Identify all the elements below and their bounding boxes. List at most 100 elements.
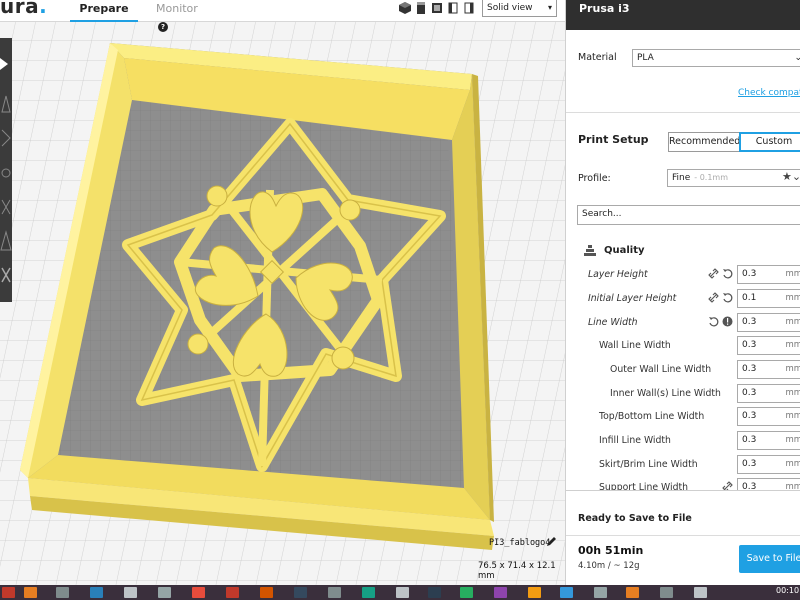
taskbar-app-icon[interactable] — [124, 587, 137, 598]
material-value: PLA — [637, 53, 654, 63]
setting-value-field[interactable]: 0.3 mm — [737, 265, 800, 284]
mirror-tool-icon[interactable] — [0, 192, 12, 222]
save-to-file-button[interactable]: Save to File — [739, 545, 800, 573]
setting-name: Inner Wall(s) Line Width — [610, 388, 721, 399]
divider — [566, 535, 800, 536]
setting-name: Outer Wall Line Width — [610, 364, 712, 375]
settings-panel: Prusa i3 Material PLA ⌄ Check compatibili… — [565, 0, 800, 585]
link-icon[interactable] — [708, 268, 719, 279]
reset-icon[interactable] — [722, 268, 733, 279]
profile-label: Profile: — [578, 173, 611, 184]
reset-icon[interactable] — [722, 292, 733, 303]
tab-prepare[interactable]: Prepare — [70, 0, 138, 22]
taskbar-app-icon[interactable] — [694, 587, 707, 598]
setting-value: 0.1 — [742, 293, 757, 303]
chevron-down-icon: ⌄ — [794, 50, 800, 66]
custom-mode-button[interactable]: Custom — [739, 132, 800, 152]
taskbar-app-icon[interactable] — [594, 587, 607, 598]
scene-canvas[interactable] — [0, 0, 565, 585]
setting-unit: mm — [785, 411, 800, 421]
taskbar-app-icon[interactable] — [24, 587, 37, 598]
taskbar-app-icon[interactable] — [192, 587, 205, 598]
setting-value-field[interactable]: 0.3 mm — [737, 313, 800, 332]
setting-value: 0.3 — [742, 411, 757, 421]
view-mode-value: Solid view — [487, 3, 533, 13]
setting-value-field[interactable]: 0.3 mm — [737, 384, 800, 403]
taskbar-app-icon[interactable] — [494, 587, 507, 598]
setting-line-width[interactable]: Line Width 0.3 mm — [566, 312, 800, 334]
setting-value: 0.3 — [742, 364, 757, 374]
taskbar-app-icon[interactable] — [158, 587, 171, 598]
front-view-icon[interactable] — [414, 1, 428, 15]
recommended-mode-button[interactable]: Recommended — [668, 132, 740, 152]
setting-name: Layer Height — [588, 269, 648, 280]
3d-view-icon[interactable] — [398, 1, 412, 15]
taskbar-app-icon[interactable] — [460, 587, 473, 598]
3d-viewport[interactable]: ura. Prepare Monitor ? Solid view ▾ PI3_f… — [0, 0, 565, 585]
open-file-icon[interactable] — [0, 50, 12, 80]
setting-value-field[interactable]: 0.3 mm — [737, 455, 800, 474]
setting-name: Wall Line Width — [599, 340, 671, 351]
star-icon[interactable]: ★⌄ — [782, 170, 800, 183]
setting-value-field[interactable]: 0.3 mm — [737, 431, 800, 450]
taskbar-app-icon[interactable] — [226, 587, 239, 598]
setting-name: Initial Layer Height — [588, 293, 677, 304]
taskbar-app-icon[interactable] — [328, 587, 341, 598]
taskbar-app-icon[interactable] — [56, 587, 69, 598]
setting-value-field[interactable]: 0.1 mm — [737, 289, 800, 308]
taskbar-app-icon[interactable] — [362, 587, 375, 598]
top-view-icon[interactable] — [430, 1, 444, 15]
setting-initial-layer-height[interactable]: Initial Layer Height 0.1 mm — [566, 288, 800, 310]
help-icon[interactable]: ? — [158, 22, 168, 32]
support-blocker-icon[interactable] — [0, 260, 12, 290]
taskbar-app-icon[interactable] — [626, 587, 639, 598]
quality-section-header[interactable]: Quality ⌄ — [577, 240, 800, 262]
move-tool-icon[interactable] — [0, 90, 12, 120]
reset-icon[interactable] — [708, 316, 719, 327]
setting-value-field[interactable]: 0.3 mm — [737, 360, 800, 379]
profile-layer-height: - 0.1mm — [694, 173, 729, 182]
taskbar-app-icon[interactable] — [294, 587, 307, 598]
check-compatibility-link[interactable]: Check compatibili — [738, 88, 800, 98]
taskbar-app-icon[interactable] — [660, 587, 673, 598]
setting-inner-wall-line-width[interactable]: Inner Wall(s) Line Width 0.3 mm — [566, 383, 800, 405]
setting-name: Skirt/Brim Line Width — [599, 459, 698, 470]
printer-header[interactable]: Prusa i3 — [566, 0, 800, 30]
setting-value-field[interactable]: 0.3 mm — [737, 407, 800, 426]
setting-infill-line-width[interactable]: Infill Line Width 0.3 mm — [566, 430, 800, 452]
profile-select[interactable]: Fine - 0.1mm — [667, 169, 800, 187]
material-select[interactable]: PLA ⌄ — [632, 49, 800, 67]
taskbar-app-icon[interactable] — [90, 587, 103, 598]
info-icon[interactable] — [722, 316, 733, 327]
scale-tool-icon[interactable] — [0, 124, 12, 154]
taskbar-app-icon[interactable] — [396, 587, 409, 598]
setting-value: 0.3 — [742, 435, 757, 445]
tab-monitor[interactable]: Monitor ? — [156, 0, 212, 32]
material-label: Material — [578, 52, 617, 63]
setting-skirt-brim-line-width[interactable]: Skirt/Brim Line Width 0.3 mm — [566, 454, 800, 476]
left-view-icon[interactable] — [446, 1, 460, 15]
setting-top-bottom-line-width[interactable]: Top/Bottom Line Width 0.3 mm — [566, 406, 800, 428]
model-dimensions: 76.5 x 71.4 x 12.1 mm — [478, 561, 556, 581]
per-model-settings-icon[interactable] — [0, 226, 12, 256]
setting-value-field[interactable]: 0.3 mm — [737, 336, 800, 355]
settings-search-input[interactable]: Search... — [577, 205, 800, 225]
setting-layer-height[interactable]: Layer Height 0.3 mm — [566, 264, 800, 286]
view-mode-select[interactable]: Solid view ▾ — [482, 0, 557, 17]
setting-value: 0.3 — [742, 317, 757, 327]
pencil-icon[interactable] — [545, 536, 557, 548]
taskbar-app-icon[interactable] — [428, 587, 441, 598]
right-view-icon[interactable] — [462, 1, 476, 15]
cura-logo: ura. — [0, 0, 48, 18]
setting-unit: mm — [785, 364, 800, 374]
setting-outer-wall-line-width[interactable]: Outer Wall Line Width 0.3 mm — [566, 359, 800, 381]
taskbar-app-icon[interactable] — [2, 587, 15, 598]
taskbar-app-icon[interactable] — [560, 587, 573, 598]
rotate-tool-icon[interactable] — [0, 158, 12, 188]
taskbar-app-icon[interactable] — [528, 587, 541, 598]
setting-wall-line-width[interactable]: Wall Line Width 0.3 mm — [566, 335, 800, 357]
setting-unit: mm — [785, 269, 800, 279]
link-icon[interactable] — [708, 292, 719, 303]
taskbar-app-icon[interactable] — [260, 587, 273, 598]
quality-icon — [584, 245, 596, 256]
